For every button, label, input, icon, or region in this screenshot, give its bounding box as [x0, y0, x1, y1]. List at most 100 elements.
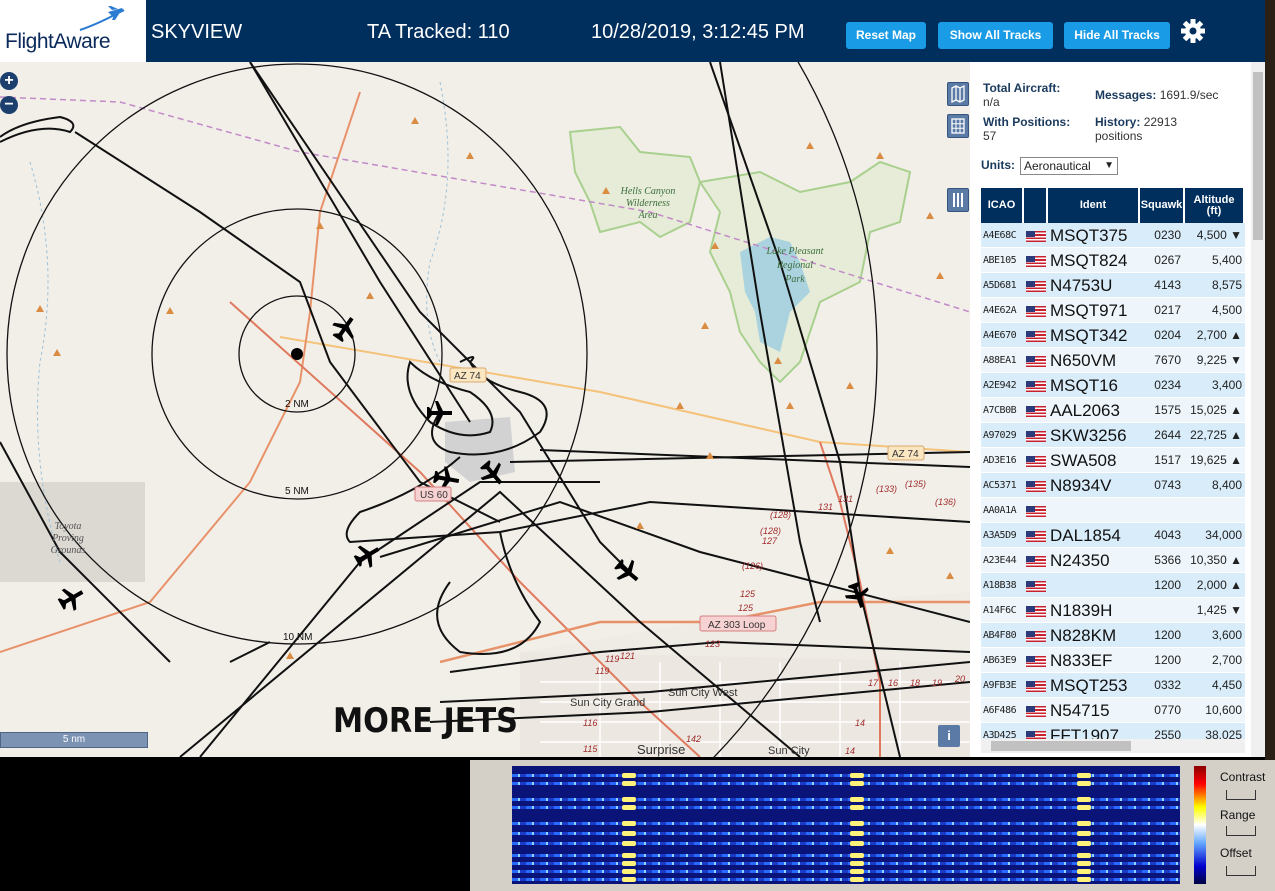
- exit-label: 17: [868, 678, 879, 688]
- row-ident: SKW3256: [1050, 426, 1127, 445]
- table-row[interactable]: A14F6C N1839H 1,425 ▼: [981, 598, 1245, 623]
- col-flag[interactable]: [1024, 188, 1048, 223]
- table-row[interactable]: AB63E9 N833EF 1200 2,700: [981, 648, 1245, 673]
- us-flag-icon: [1024, 573, 1048, 597]
- table-row[interactable]: A3A5D9 DAL1854 4043 34,000: [981, 523, 1245, 548]
- surprise-label: Surprise: [637, 742, 685, 757]
- waterfall-peak: [622, 869, 636, 874]
- flag-icon: [1026, 356, 1046, 367]
- history-stat: History: 22913 positions: [1095, 115, 1177, 143]
- table-row[interactable]: AB4F80 N828KM 1200 3,600: [981, 623, 1245, 648]
- row-squawk: 7670: [1154, 353, 1181, 367]
- waterfall-peak: [1077, 821, 1091, 826]
- contrast-slider[interactable]: [1226, 790, 1256, 800]
- table-row[interactable]: A7CB0B AAL2063 1575 15,025 ▲: [981, 398, 1245, 423]
- flightaware-logo[interactable]: FlightAware: [0, 0, 146, 62]
- total-aircraft-value: n/a: [983, 95, 1000, 109]
- col-squawk[interactable]: Squawk: [1140, 188, 1185, 223]
- scrollbar-thumb[interactable]: [991, 741, 1131, 751]
- col-ident[interactable]: Ident: [1048, 188, 1140, 223]
- waterfall-peak: [1077, 853, 1091, 858]
- row-squawk: 0230: [1154, 228, 1181, 242]
- zoom-out-button[interactable]: −: [0, 96, 18, 114]
- table-row[interactable]: A5D681 N4753U 4143 8,575: [981, 273, 1245, 298]
- table-row[interactable]: A23E44 N24350 5366 10,350 ▲: [981, 548, 1245, 573]
- messages-stat: Messages: 1691.9/sec: [1095, 88, 1218, 102]
- map-view[interactable]: 2 NM 5 NM 10 NM Hells Canyon Wilderness …: [0, 62, 970, 757]
- map-layers-button[interactable]: [947, 82, 969, 106]
- vertical-scrollbar[interactable]: [1251, 62, 1265, 757]
- clock: 10/28/2019, 3:12:45 PM: [591, 21, 805, 43]
- us-flag-icon: [1024, 273, 1048, 297]
- flag-icon: [1026, 406, 1046, 417]
- columns-icon: [953, 193, 963, 207]
- waterfall-peak: [1077, 869, 1091, 874]
- table-row[interactable]: A6F486 N54715 0770 10,600: [981, 698, 1245, 723]
- waterfall-peak: [1077, 831, 1091, 836]
- info-button[interactable]: i: [938, 725, 960, 747]
- map-canvas[interactable]: 2 NM 5 NM 10 NM Hells Canyon Wilderness …: [0, 62, 970, 757]
- scrollbar-thumb[interactable]: [1253, 72, 1263, 240]
- hells-canyon-label-1: Hells Canyon: [620, 186, 676, 197]
- exit-label: (126): [742, 561, 763, 571]
- exit-label: 19: [932, 678, 942, 688]
- table-row[interactable]: A4E670 MSQT342 0204 2,700 ▲: [981, 323, 1245, 348]
- offset-slider[interactable]: [1226, 866, 1256, 876]
- col-altitude[interactable]: Altitude (ft): [1185, 188, 1245, 223]
- row-ident: MSQT16: [1050, 376, 1119, 395]
- exit-label: 20: [954, 674, 965, 684]
- table-row[interactable]: AA0A1A: [981, 498, 1245, 523]
- range-label-10nm: 10 NM: [283, 632, 312, 643]
- grid-toggle-button[interactable]: [947, 114, 969, 138]
- history-value: 22913: [1143, 115, 1178, 129]
- us-flag-icon: [1024, 498, 1048, 522]
- table-row[interactable]: AC5371 N8934V 0743 8,400: [981, 473, 1245, 498]
- exit-label: 18: [910, 678, 920, 688]
- row-squawk: 0204: [1154, 328, 1181, 342]
- flag-icon: [1026, 531, 1046, 542]
- hide-all-tracks-button[interactable]: Hide All Tracks: [1064, 22, 1170, 49]
- table-row[interactable]: A18B38 1200 2,000 ▲: [981, 573, 1245, 598]
- us-flag-icon: [1024, 448, 1048, 472]
- tracked-count: TA Tracked: 110: [367, 21, 510, 43]
- flag-icon: [1026, 631, 1046, 642]
- range-slider[interactable]: [1226, 826, 1256, 836]
- waterfall-peak: [622, 781, 636, 786]
- us-flag-icon: [1024, 398, 1048, 422]
- settings-gear-icon[interactable]: [1180, 18, 1206, 44]
- table-row[interactable]: AD3E16 SWA508 1517 19,625 ▲: [981, 448, 1245, 473]
- top-bar: FlightAware SKYVIEW TA Tracked: 110 10/2…: [0, 0, 1265, 62]
- exit-label: 116: [583, 718, 597, 728]
- row-altitude: 8,575: [1211, 278, 1242, 292]
- total-aircraft-stat: Total Aircraft: n/a: [983, 81, 1060, 109]
- units-select[interactable]: Aeronautical ▼: [1020, 157, 1118, 175]
- row-ident: MSQT375: [1050, 226, 1128, 245]
- row-altitude: 8,400: [1211, 478, 1242, 492]
- table-row[interactable]: A4E68C MSQT375 0230 4,500 ▼: [981, 223, 1245, 248]
- table-row[interactable]: A9FB3E MSQT253 0332 4,450: [981, 673, 1245, 698]
- sun-city-west-label: Sun City West: [668, 687, 738, 699]
- col-icao[interactable]: ICAO: [981, 188, 1024, 223]
- lake-pleasant-label-3: Park: [784, 274, 805, 285]
- table-row[interactable]: A97029 SKW3256 2644 22,725 ▲: [981, 423, 1245, 448]
- toyota-label-2: Proving: [51, 533, 84, 544]
- zoom-in-button[interactable]: +: [0, 72, 18, 90]
- column-toggle-button[interactable]: [947, 188, 969, 212]
- range-label-2nm: 2 NM: [285, 399, 309, 410]
- waterfall-peak: [850, 861, 864, 866]
- row-icao: A9FB3E: [983, 680, 1017, 691]
- table-row[interactable]: A88EA1 N650VM 7670 9,225 ▼: [981, 348, 1245, 373]
- history-label: History:: [1095, 115, 1141, 129]
- table-row[interactable]: ABE105 MSQT824 0267 5,400: [981, 248, 1245, 273]
- exit-label: 131: [818, 502, 833, 512]
- row-icao: A4E670: [983, 330, 1017, 341]
- table-row[interactable]: A4E62A MSQT971 0217 4,500: [981, 298, 1245, 323]
- row-altitude: 5,400: [1211, 253, 1242, 267]
- table-row[interactable]: A2E942 MSQT16 0234 3,400: [981, 373, 1245, 398]
- row-ident: SWA508: [1050, 451, 1117, 470]
- show-all-tracks-button[interactable]: Show All Tracks: [938, 22, 1053, 49]
- waterfall-peak: [850, 853, 864, 858]
- reset-map-button[interactable]: Reset Map: [846, 22, 926, 49]
- horizontal-scrollbar[interactable]: [981, 739, 1245, 753]
- waterfall-peak: [1077, 841, 1091, 846]
